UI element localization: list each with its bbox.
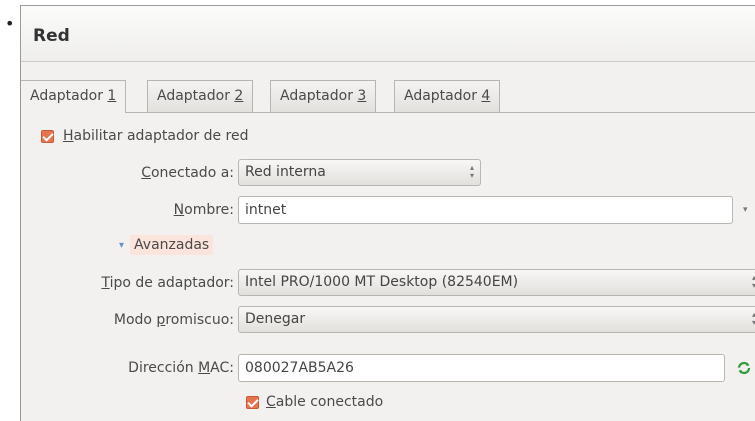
enable-adapter-checkbox[interactable] [41, 130, 54, 143]
adapter-type-select[interactable]: Intel PRO/1000 MT Desktop (82540EM) ▴▾ [238, 269, 755, 296]
name-label: Nombre: [173, 202, 234, 218]
list-bullet: • [5, 14, 15, 33]
tab-adaptador-1[interactable]: Adaptador 1 [21, 80, 127, 113]
chevron-down-icon[interactable]: ▾ [743, 205, 748, 215]
expander-arrow-icon: ▾ [119, 240, 125, 251]
attached-to-select[interactable]: Red interna ▴ ▾ [238, 159, 481, 186]
adapter-type-label: Tipo de adaptador: [101, 275, 234, 291]
advanced-expander[interactable]: ▾ Avanzadas [119, 232, 214, 258]
mac-address-label: Dirección MAC: [128, 360, 234, 376]
promiscuous-mode-row: Modo promiscuo: Denegar ▴▾ [21, 306, 755, 334]
mac-address-row: Dirección MAC: 080027AB5A26 [21, 354, 755, 382]
cable-connected-checkbox[interactable] [246, 396, 259, 409]
promiscuous-mode-label: Modo promiscuo: [113, 312, 234, 328]
page-title: Red [33, 26, 70, 46]
network-settings-panel: Red Adaptador 1 Adaptador 2 Adaptador 3 … [20, 5, 755, 421]
name-row: Nombre: intnet ▾ [21, 196, 755, 224]
attached-to-row: Conectado a: Red interna ▴ ▾ [21, 159, 755, 187]
tab-adaptador-2[interactable]: Adaptador 2 [147, 80, 254, 112]
enable-adapter-label[interactable]: Habilitar adaptador de red [63, 122, 249, 150]
adapter-type-row: Tipo de adaptador: Intel PRO/1000 MT Des… [21, 269, 755, 297]
refresh-mac-icon[interactable] [737, 361, 751, 375]
tab-adaptador-3[interactable]: Adaptador 3 [270, 80, 377, 112]
mac-address-input[interactable]: 080027AB5A26 [238, 354, 725, 382]
cable-connected-label[interactable]: Cable conectado [266, 388, 383, 416]
spin-arrows-icon: ▴▾ [469, 163, 474, 180]
promiscuous-mode-select[interactable]: Denegar ▴▾ [238, 306, 755, 333]
tab-adaptador-4[interactable]: Adaptador 4 [394, 80, 501, 112]
attached-to-label: Conectado a: [141, 165, 234, 181]
panel-header: Red [21, 6, 755, 62]
name-combo-entry[interactable]: intnet [238, 196, 733, 224]
adapter-tabs: Adaptador 1 Adaptador 2 Adaptador 3 Adap… [21, 80, 755, 113]
